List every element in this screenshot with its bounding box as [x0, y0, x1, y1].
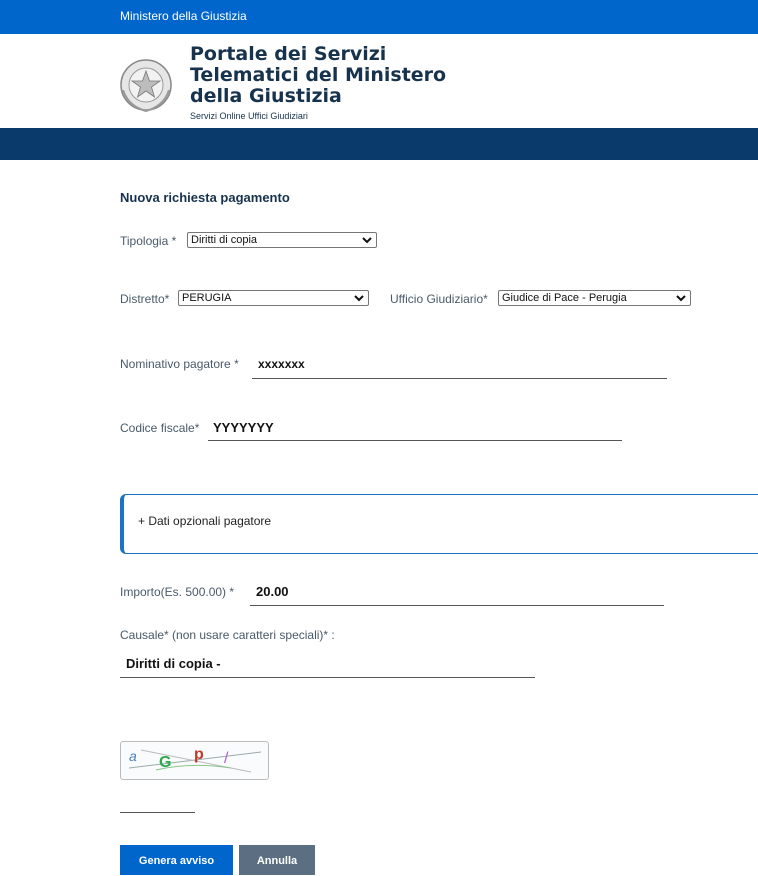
distretto-value: PERUGIA — [182, 292, 232, 304]
portal-title-line: della Giustizia — [190, 85, 342, 107]
ufficio-label: Ufficio Giudiziario* — [390, 292, 488, 306]
captcha-input[interactable] — [120, 812, 195, 813]
portal-title-line: Telematici del Ministero — [190, 64, 447, 86]
captcha-char: a — [129, 748, 137, 764]
chevron-down-icon — [362, 237, 372, 244]
captcha-char: p — [194, 746, 204, 763]
nominativo-input[interactable] — [252, 352, 667, 379]
codice-fiscale-label: Codice fiscale* — [120, 421, 200, 435]
chevron-down-icon — [676, 295, 686, 302]
causale-value: Diritti di copia - — [126, 656, 221, 671]
nominativo-label: Nominativo pagatore * — [120, 357, 239, 371]
importo-value: 20.00 — [256, 584, 289, 599]
tipologia-label: Tipologia * — [120, 234, 177, 248]
ufficio-select[interactable]: Giudice di Pace - Perugia — [498, 290, 691, 306]
captcha-image: a G p / — [120, 741, 269, 780]
portal-title-line: Portale dei Servizi — [190, 43, 387, 65]
distretto-select[interactable]: PERUGIA — [178, 290, 369, 306]
importo-input[interactable] — [250, 580, 664, 606]
captcha-char: / — [224, 750, 229, 767]
portal-subtitle: Servizi Online Uffici Giudiziari — [190, 111, 308, 121]
portal-title[interactable]: Portale dei Servizi Telematici del Minis… — [190, 44, 490, 107]
tipologia-select[interactable]: Diritti di copia — [187, 232, 377, 248]
distretto-label: Distretto* — [120, 292, 170, 306]
causale-label: Causale* (non usare caratteri speciali)*… — [120, 628, 335, 642]
optional-payer-toggle[interactable]: + Dati opzionali pagatore — [138, 514, 271, 528]
annulla-button[interactable]: Annulla — [239, 845, 315, 875]
emblem-icon[interactable] — [118, 54, 174, 116]
nav-bar — [0, 128, 758, 160]
genera-avviso-button[interactable]: Genera avviso — [120, 845, 233, 875]
tipologia-value: Diritti di copia — [191, 234, 258, 246]
codice-fiscale-value: YYYYYYY — [213, 420, 274, 435]
ufficio-value: Giudice di Pace - Perugia — [502, 292, 627, 304]
chevron-down-icon — [354, 295, 364, 302]
ministry-label[interactable]: Ministero della Giustizia — [120, 9, 247, 23]
form-title: Nuova richiesta pagamento — [120, 190, 290, 205]
nominativo-value: xxxxxxx — [258, 357, 305, 371]
top-bar: Ministero della Giustizia — [0, 0, 758, 34]
importo-label: Importo(Es. 500.00) * — [120, 585, 235, 599]
captcha-char: G — [159, 754, 172, 771]
